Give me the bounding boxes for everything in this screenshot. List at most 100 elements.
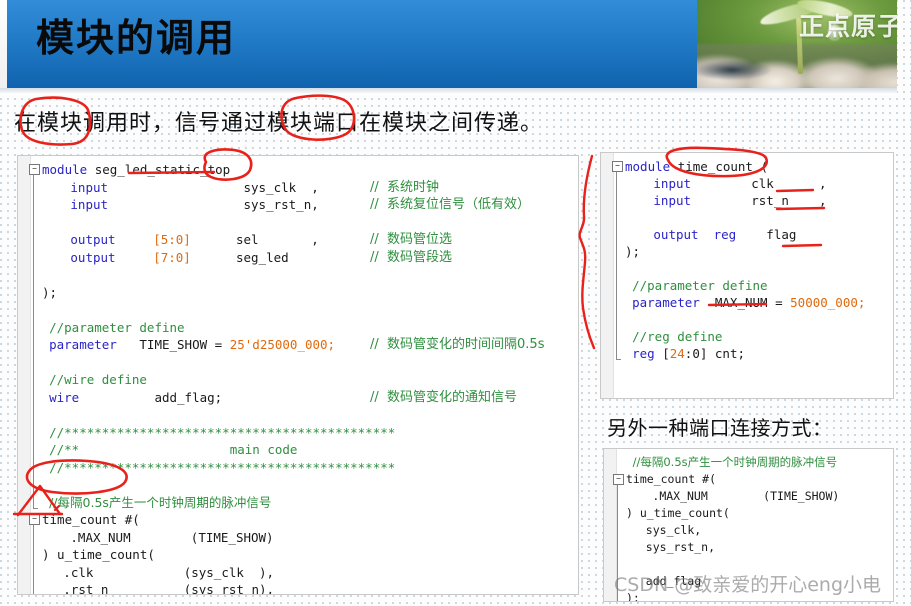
code-block-seg-led-static-top: module seg_led_static_top − input sys_clk … <box>17 155 579 595</box>
photo-watermark: 正点原子官 <box>799 12 897 41</box>
code-line: //**************************************… <box>49 459 395 476</box>
code-fold-guide <box>616 172 621 360</box>
code-token: .MAX_NUM (TIME_SHOW) <box>652 489 840 503</box>
code-line: output reg flag <box>653 226 796 243</box>
code-line: input sys_rst_n, <box>70 196 318 213</box>
code-line: .clk (sys_clk ), <box>63 564 274 581</box>
code-gutter <box>18 156 31 594</box>
code-fold-guide <box>33 525 34 594</box>
code-line: module seg_led_static_top <box>42 161 230 178</box>
code-token: flag <box>736 227 797 242</box>
code-token: output <box>70 249 116 265</box>
code-token: time_count ( <box>677 159 768 174</box>
code-token: 24 <box>669 346 685 361</box>
divider-curve <box>578 154 596 350</box>
code-token: output <box>653 227 699 242</box>
code-token: //** main code <box>49 442 298 457</box>
code-token: seg_led_static_top <box>94 162 231 177</box>
code-comment: // 数码管位选 <box>370 232 453 247</box>
code-token: module <box>625 159 678 174</box>
code-token: [7:0] <box>153 249 191 265</box>
code-token: //wire define <box>49 372 147 387</box>
code-token: //**************************************… <box>49 459 396 475</box>
code-fold-guide <box>33 175 38 509</box>
code-token: input <box>70 179 109 195</box>
code-token: ); <box>625 244 641 259</box>
code-fold-toggle-icon[interactable]: − <box>613 474 624 485</box>
code-token: //parameter define <box>49 319 185 335</box>
code-token: sys_rst_n, <box>645 540 716 554</box>
code-token: seg_led <box>190 249 289 265</box>
code-token: add_flag; <box>79 389 223 405</box>
code-token: input <box>653 193 692 208</box>
code-line: parameter MAX_NUM = 50000_000; <box>632 294 865 311</box>
code-fold-toggle-icon[interactable]: − <box>29 164 40 175</box>
code-line: ) u_time_count( <box>626 505 730 522</box>
header-photo: 正点原子官 <box>697 0 897 88</box>
code-token: MAX_NUM = <box>699 295 791 310</box>
code-token: output <box>70 232 116 247</box>
code-line: //reg define <box>632 328 722 345</box>
code-line: module time_count ( <box>625 158 768 175</box>
code-comment: // 数码管变化的时间间隔0.5s <box>370 337 545 352</box>
code-token: //每隔0.5s产生一个时钟周期的脉冲信号 <box>49 494 272 510</box>
code-line: .MAX_NUM (TIME_SHOW) <box>652 488 839 505</box>
slide-header-banner: 模块的调用 正点原子官 <box>0 0 897 88</box>
code-line: sys_rst_n, <box>646 539 715 556</box>
code-line: wire add_flag; <box>49 389 222 406</box>
code-comment: // 数码管段选 <box>370 249 453 265</box>
csdn-watermark: CSDN @致亲爱的开心eng小电 <box>614 574 882 596</box>
code-line: input rst_n , <box>653 192 826 209</box>
code-line: //每隔0.5s产生一个时钟周期的脉冲信号 <box>633 454 838 471</box>
presentation-slide: 模块的调用 正点原子官 在模块调用时，信号通过模块端口在模块之间传递。 modu… <box>0 0 911 606</box>
code-line: //parameter define <box>632 277 767 294</box>
code-token: reg <box>713 227 737 242</box>
code-comment: // 系统复位信号（低有效） <box>370 197 531 212</box>
code-line: ); <box>625 243 640 260</box>
code-token: //parameter define <box>632 278 768 293</box>
code-fold-toggle-icon[interactable]: − <box>612 161 623 172</box>
code-token: rst_n , <box>691 193 827 208</box>
code-token: .clk (sys_clk ), <box>63 564 275 580</box>
code-line: parameter TIME_SHOW = 25'd25000_000; <box>49 336 335 353</box>
code-token: input <box>653 176 692 191</box>
code-token: parameter <box>49 337 117 352</box>
code-fold-toggle-icon[interactable]: − <box>29 514 40 525</box>
code-line: //** main code <box>49 441 297 458</box>
code-token: ) u_time_count( <box>626 506 730 520</box>
banner-underline <box>0 88 897 93</box>
code-token: [ <box>654 346 670 361</box>
code-line: //parameter define <box>49 319 184 336</box>
code-line: .rst_n (sys_rst_n), <box>63 581 275 595</box>
code-line: output [5:0] sel , <box>70 231 318 248</box>
code-token: TIME_SHOW = <box>116 337 230 352</box>
code-token: 50000_000; <box>790 295 866 310</box>
code-token: //**************************************… <box>49 424 396 440</box>
page-title: 模块的调用 <box>36 16 237 60</box>
alt-connection-heading: 另外一种端口连接方式： <box>607 416 833 440</box>
code-token: sys_clk , <box>243 179 319 195</box>
code-line: sys_clk, <box>646 522 701 539</box>
code-line: ); <box>42 284 57 301</box>
code-token: //每隔0.5s产生一个时钟周期的脉冲信号 <box>632 455 838 469</box>
code-token: .rst_n (sys_rst_n), <box>63 582 275 595</box>
code-token: :0] cnt; <box>684 346 746 361</box>
code-token: module <box>42 162 95 177</box>
code-comment: // 系统时钟 <box>370 179 440 195</box>
code-line: time_count #( <box>626 471 716 488</box>
code-token: //reg define <box>632 329 723 344</box>
code-comment: // 数码管变化的通知信号 <box>370 389 518 405</box>
code-token: sel , <box>190 232 319 247</box>
code-token: .MAX_NUM (TIME_SHOW) <box>70 529 274 545</box>
code-token: input <box>70 197 109 212</box>
code-token: time_count #( <box>626 472 717 486</box>
code-token: 25'd25000_000; <box>229 337 336 352</box>
code-block-time-count-module: module time_count (− input clk , input rst… <box>600 152 894 399</box>
code-line: input clk , <box>653 175 826 192</box>
code-line: reg [24:0] cnt; <box>632 345 745 362</box>
code-token: ); <box>42 284 58 300</box>
